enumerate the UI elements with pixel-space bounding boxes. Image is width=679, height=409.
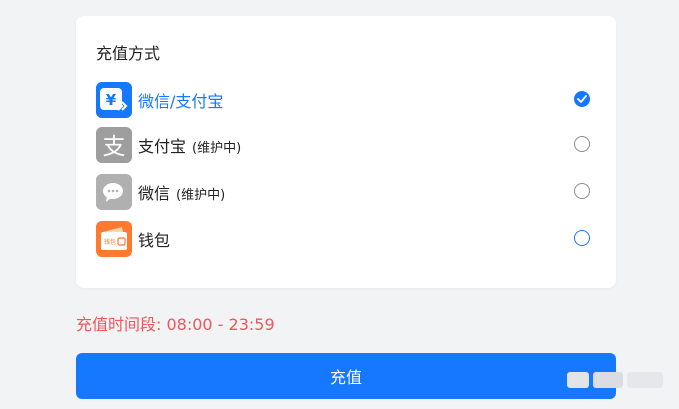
recharge-button[interactable]: 充值	[76, 353, 616, 399]
method-label: 钱包	[138, 227, 170, 251]
wallet-icon: 钱包	[96, 221, 132, 257]
wallet-icon-symbol: 钱包	[104, 238, 116, 246]
method-label: 支付宝 (维护中)	[138, 133, 241, 157]
wechat-alipay-icon: ¥	[96, 82, 132, 118]
method-name: 支付宝	[138, 137, 187, 156]
radio-unchecked-icon[interactable]	[574, 183, 590, 199]
method-note: (维护中)	[176, 188, 226, 203]
wechat-icon	[96, 174, 132, 210]
card-title: 充值方式	[96, 44, 161, 63]
method-alipay[interactable]: 支 支付宝 (维护中)	[96, 127, 596, 163]
radio-checked-icon[interactable]	[574, 91, 590, 107]
method-name: 微信/支付宝	[138, 92, 224, 111]
blurred-area	[627, 372, 663, 388]
method-note: (维护中)	[192, 141, 242, 156]
blurred-area	[567, 372, 589, 388]
recharge-time-note: 充值时间段: 08:00 - 23:59	[76, 315, 275, 334]
method-name: 钱包	[138, 231, 171, 250]
method-wechat[interactable]: 微信 (维护中)	[96, 174, 596, 210]
payment-method-card: 充值方式 ¥ 微信/支付宝 支 支付宝 (维护中) 微信 (维护中) 钱包 钱包	[76, 16, 616, 288]
alipay-icon-symbol: 支	[103, 134, 126, 160]
blurred-area	[593, 372, 623, 388]
method-label: 微信 (维护中)	[138, 180, 225, 204]
method-wechat-alipay[interactable]: ¥ 微信/支付宝	[96, 82, 596, 118]
radio-unchecked-icon[interactable]	[574, 230, 590, 246]
radio-unchecked-icon[interactable]	[574, 136, 590, 152]
wechat-alipay-icon-symbol: ¥	[106, 91, 117, 109]
method-name: 微信	[138, 184, 171, 203]
alipay-icon: 支	[96, 127, 132, 163]
method-wallet[interactable]: 钱包 钱包	[96, 221, 596, 257]
method-label: 微信/支付宝	[138, 88, 223, 112]
